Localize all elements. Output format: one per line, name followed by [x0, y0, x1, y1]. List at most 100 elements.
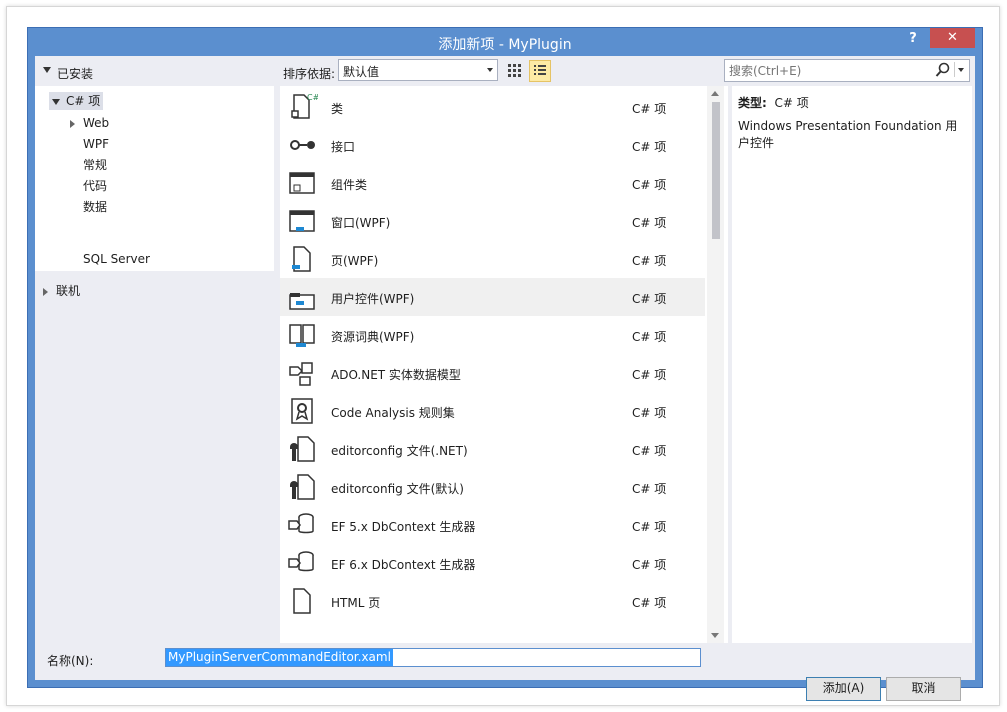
tree-item-general[interactable]: 常规	[83, 156, 107, 174]
template-item[interactable]: editorconfig 文件(默认) C# 项	[280, 468, 705, 506]
template-item-name: editorconfig 文件(默认)	[331, 482, 464, 496]
search-input[interactable]	[727, 61, 936, 80]
entity-model-icon	[289, 362, 313, 386]
template-item-name: 接口	[331, 140, 356, 154]
template-item[interactable]: Code Analysis 规则集 C# 项	[280, 392, 705, 430]
template-item[interactable]: 组件类 C# 项	[280, 164, 705, 202]
sort-label: 排序依据:	[283, 67, 336, 81]
template-item-name: EF 6.x DbContext 生成器	[331, 558, 476, 572]
grid-view-icon	[508, 64, 521, 77]
dbcontext-generator-icon	[288, 513, 314, 534]
template-tree: C# 项 Web WPF 常规 代码 数据	[35, 86, 274, 216]
tree-item-sql-server[interactable]: SQL Server	[83, 250, 150, 268]
online-label: 联机	[56, 284, 81, 298]
vertical-scrollbar[interactable]	[707, 86, 724, 643]
add-button[interactable]: 添加(A)	[806, 677, 881, 701]
sort-value: 默认值	[343, 65, 380, 79]
tree-item-csharp[interactable]: C# 项	[49, 92, 104, 110]
description-panel: 类型: C# 项 Windows Presentation Foundation…	[732, 86, 972, 643]
template-item-name: 组件类	[331, 178, 368, 192]
template-item[interactable]: HTML 页 C# 项	[280, 582, 705, 620]
tree-item-data[interactable]: 数据	[83, 198, 107, 216]
scroll-down-arrow-icon[interactable]	[711, 633, 719, 638]
item-description: Windows Presentation Foundation 用户控件	[738, 119, 958, 150]
expand-arrow-icon	[43, 67, 51, 73]
expand-arrow-icon	[52, 98, 60, 105]
search-box[interactable]	[724, 59, 970, 82]
online-node[interactable]: 联机	[43, 282, 80, 300]
resource-dictionary-icon	[289, 324, 315, 347]
name-label: 名称(N):	[47, 654, 94, 668]
template-list: C#类C# 项接口C# 项组件类C# 项窗口(WPF)C# 项页(WPF)C# …	[280, 86, 728, 643]
template-item-name: editorconfig 文件(.NET)	[331, 444, 468, 458]
template-item-category: C# 项	[632, 596, 667, 610]
name-field[interactable]: MyPluginServerCommandEditor.xaml	[165, 648, 701, 667]
tree-item-web[interactable]: Web	[70, 114, 109, 132]
sort-dropdown[interactable]: 默认值	[338, 59, 498, 81]
installed-node[interactable]: 已安装	[35, 56, 274, 86]
template-item-category: C# 项	[632, 444, 667, 458]
tree-item-wpf[interactable]: WPF	[83, 135, 109, 153]
template-item-name: EF 5.x DbContext 生成器	[331, 520, 476, 534]
template-item-name: HTML 页	[331, 596, 381, 610]
template-item[interactable]: 用户控件(WPF) C# 项	[280, 278, 705, 316]
template-item[interactable]: 接口 C# 项	[280, 126, 705, 164]
template-item[interactable]: 资源词典(WPF) C# 项	[280, 316, 705, 354]
editorconfig-icon	[290, 436, 315, 462]
template-item-category: C# 项	[632, 102, 667, 116]
interface-icon	[290, 140, 315, 150]
title-bar: 添加新项 - MyPlugin ? ✕	[28, 28, 982, 56]
help-button[interactable]: ?	[902, 30, 924, 50]
template-item-category: C# 项	[632, 254, 667, 268]
wpf-window-icon	[289, 210, 315, 232]
name-value: MyPluginServerCommandEditor.xaml	[166, 649, 393, 666]
tree-item-label: Web	[83, 116, 110, 130]
tree-item-code[interactable]: 代码	[83, 177, 107, 195]
add-new-item-dialog: 添加新项 - MyPlugin ? ✕ 已安装 C# 项 Web WPF 常规 …	[27, 27, 983, 701]
template-item-name: 用户控件(WPF)	[331, 292, 415, 306]
wpf-page-icon	[292, 246, 311, 272]
template-item-name: 类	[331, 102, 344, 116]
wpf-user-control-icon	[289, 293, 315, 310]
template-item-category: C# 项	[632, 368, 667, 382]
template-item[interactable]: EF 5.x DbContext 生成器 C# 项	[280, 506, 705, 544]
component-class-icon	[289, 172, 315, 194]
collapse-arrow-icon	[70, 119, 75, 128]
template-item-category: C# 项	[632, 216, 667, 230]
template-item-category: C# 项	[632, 292, 667, 306]
template-item[interactable]: editorconfig 文件(.NET) C# 项	[280, 430, 705, 468]
template-item-category: C# 项	[632, 140, 667, 154]
template-item[interactable]: EF 6.x DbContext 生成器 C# 项	[280, 544, 705, 582]
grid-view-button[interactable]	[504, 60, 524, 80]
dialog-body: 已安装 C# 项 Web WPF 常规 代码 数据 SQL Server 联机 …	[35, 56, 975, 701]
template-item-category: C# 项	[632, 482, 667, 496]
ruleset-icon	[291, 398, 313, 424]
scroll-thumb[interactable]	[712, 102, 720, 239]
template-item-name: ADO.NET 实体数据模型	[331, 368, 461, 382]
editorconfig-icon	[290, 474, 315, 500]
template-item-category: C# 项	[632, 406, 667, 420]
tree-panel-extension	[35, 216, 274, 271]
html-page-icon	[293, 588, 311, 614]
template-item-name: Code Analysis 规则集	[331, 406, 455, 420]
chevron-down-icon	[487, 68, 493, 72]
item-type: 类型: C# 项	[738, 94, 809, 111]
svg-text:C#: C#	[307, 93, 318, 102]
template-item[interactable]: 页(WPF) C# 项	[280, 240, 705, 278]
search-icon[interactable]	[935, 62, 951, 78]
scroll-up-arrow-icon[interactable]	[711, 91, 719, 96]
template-item[interactable]: ADO.NET 实体数据模型 C# 项	[280, 354, 705, 392]
cancel-button[interactable]: 取消	[886, 677, 961, 701]
template-item[interactable]: 窗口(WPF) C# 项	[280, 202, 705, 240]
template-item-category: C# 项	[632, 558, 667, 572]
template-item-name: 窗口(WPF)	[331, 216, 391, 230]
template-item-category: C# 项	[632, 178, 667, 192]
close-button[interactable]: ✕	[930, 28, 975, 48]
template-item-category: C# 项	[632, 330, 667, 344]
list-view-button[interactable]	[529, 60, 551, 82]
installed-label: 已安装	[57, 67, 94, 81]
template-item[interactable]: C# 类 C# 项	[280, 88, 705, 126]
tree-item-label: C# 项	[66, 94, 101, 108]
search-options-dropdown[interactable]	[954, 62, 967, 77]
template-item-name: 页(WPF)	[331, 254, 379, 268]
